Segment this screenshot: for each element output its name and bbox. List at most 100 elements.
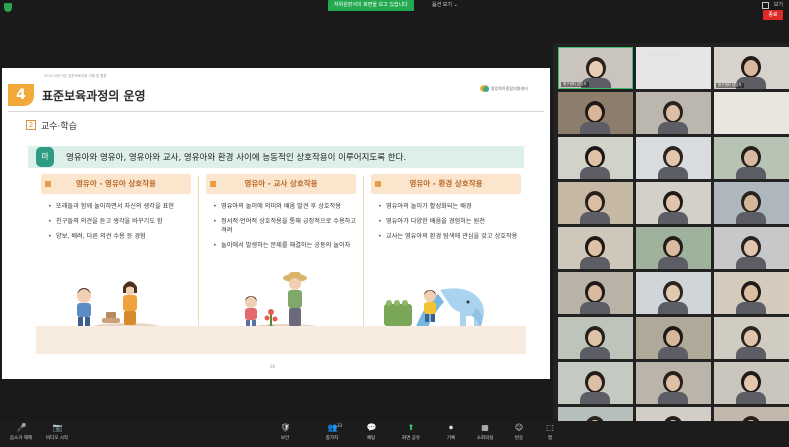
- participants-button[interactable]: 👥 33 참가자: [313, 423, 351, 441]
- participant-body: [580, 392, 610, 404]
- center-logo-icon: [480, 85, 489, 92]
- participant-body: [658, 302, 688, 314]
- participant-body: [658, 212, 688, 224]
- participant-tile[interactable]: [558, 137, 633, 179]
- record-button[interactable]: ⏺ 기록: [432, 423, 470, 441]
- participant-tile[interactable]: [558, 272, 633, 314]
- panel-divider: [198, 176, 199, 326]
- participant-tile[interactable]: [714, 272, 789, 314]
- participant-body: [736, 212, 766, 224]
- screen-share-banner[interactable]: 자위원장서의 화면을 보고 있습니다: [328, 0, 414, 11]
- camera-icon: 📷: [52, 423, 63, 432]
- bullet-item: 영유아의 놀이에 의미와 배움 발견 후 상호작용: [213, 202, 359, 211]
- participant-body: [736, 392, 766, 404]
- breakout-icon: ▦: [481, 423, 489, 432]
- panel-environment-interaction: 영유아 - 환경 상호작용 영유아의 놀이가 활성화되는 배경 영유아가 다양한…: [366, 168, 528, 332]
- children-playing-illustration: [77, 281, 160, 331]
- participant-face: [589, 61, 603, 77]
- security-shield-icon[interactable]: [4, 3, 12, 12]
- participant-tile[interactable]: [558, 227, 633, 269]
- participant-face: [666, 285, 680, 301]
- bullet-item: 정서적·언어적 상호작용을 통해 긍정적으로 수용하고 격려: [213, 217, 359, 235]
- participant-face: [588, 150, 602, 166]
- participant-tile[interactable]: 중구센터 담당자: [558, 47, 633, 89]
- panel-peer-interaction: 영유아 - 영유아 상호작용 또래들과 함께 놀이하면서 자신의 생각을 표현 …: [36, 168, 198, 331]
- participant-body: [580, 257, 610, 269]
- participant-tile[interactable]: [714, 227, 789, 269]
- security-button[interactable]: 🛡 보안: [266, 423, 304, 441]
- participants-icon: 👥: [327, 423, 338, 432]
- bullet-item: 교사는 영유아의 환경 탐색에 관심을 갖고 상호작용: [378, 232, 524, 241]
- unmute-button[interactable]: 🎤 음소거 해제: [2, 423, 40, 441]
- record-icon: ⏺: [449, 423, 453, 432]
- gallery-view-icon[interactable]: [761, 2, 769, 9]
- title-divider: [8, 111, 544, 112]
- participant-tile[interactable]: [558, 362, 633, 404]
- panel-bullets: 영유아의 놀이에 의미와 배움 발견 후 상호작용 정서적·언어적 상호작용을 …: [213, 202, 359, 256]
- toolbar-label: 소회의실: [476, 436, 494, 441]
- section-number: 2: [26, 120, 36, 130]
- participant-tile[interactable]: [636, 227, 711, 269]
- participant-face: [744, 330, 758, 346]
- participant-tile[interactable]: [714, 182, 789, 224]
- gallery-header-label: 중구센터 담당자: [649, 52, 683, 58]
- participant-body: [580, 347, 610, 359]
- participant-tile[interactable]: [636, 317, 711, 359]
- breakout-rooms-button[interactable]: ▦ 소회의실: [466, 423, 504, 441]
- principle-badge: 마: [36, 147, 54, 167]
- panel-title: 영유아 - 영유아 상호작용: [76, 179, 156, 188]
- participant-tile[interactable]: [714, 317, 789, 359]
- participant-face: [588, 285, 602, 301]
- view-options-button[interactable]: 옵션 보기 ⌄: [432, 1, 458, 10]
- participant-body: [736, 257, 766, 269]
- meeting-toolbar: 🎤 음소거 해제 📷 비디오 시작 🛡 보안 👥 33 참가자 💬 채팅 ⬆ 화면 공유 ⏺ 기록 ▦ 소회의실…: [0, 421, 789, 447]
- participant-tile[interactable]: [558, 317, 633, 359]
- toolbar-label: 화면 공유: [402, 436, 420, 441]
- bullet-item: 영유아의 놀이가 활성화되는 배경: [378, 202, 524, 211]
- participant-tile[interactable]: [636, 182, 711, 224]
- illustration-floor: [36, 326, 526, 354]
- participant-body: [658, 347, 688, 359]
- participant-body: [736, 347, 766, 359]
- participant-face: [666, 240, 680, 256]
- participant-tile[interactable]: [636, 272, 711, 314]
- participant-gallery: 중구센터 담당자동구센터 담당자: [553, 43, 789, 447]
- participant-tile[interactable]: [714, 362, 789, 404]
- participant-tile[interactable]: 동구센터 담당자: [714, 47, 789, 89]
- participant-tile[interactable]: [714, 137, 789, 179]
- share-screen-button[interactable]: ⬆ 화면 공유: [392, 423, 430, 441]
- center-name: 중앙육아종합지원센터: [491, 85, 528, 91]
- participant-tile[interactable]: [636, 92, 711, 134]
- view-label[interactable]: 보기: [774, 1, 783, 10]
- toolbar-label: 비디오 시작: [45, 436, 69, 441]
- end-meeting-button[interactable]: 종료: [763, 10, 783, 20]
- participant-tile[interactable]: [636, 137, 711, 179]
- participant-tile[interactable]: [558, 182, 633, 224]
- participant-face: [744, 285, 758, 301]
- center-logo: 중앙육아종합지원센터: [480, 85, 528, 92]
- start-video-button[interactable]: 📷 비디오 시작: [38, 423, 76, 441]
- participant-face: [666, 375, 680, 391]
- bullet-item: 친구들의 의견을 듣고 생각을 바꾸기도 함: [48, 217, 194, 226]
- participant-face: [588, 195, 602, 211]
- participant-tile[interactable]: [558, 92, 633, 134]
- apps-button[interactable]: ⬚ 앱: [531, 423, 569, 441]
- participant-count: 33: [337, 423, 343, 428]
- microphone-icon: 🎤: [16, 423, 27, 432]
- bullet-item: 영유아가 다양한 배움을 경험하는 원천: [378, 217, 524, 226]
- participant-name: 동구센터 담당자: [716, 83, 744, 88]
- participant-tile[interactable]: [714, 92, 789, 134]
- participant-body: [658, 392, 688, 404]
- participant-face: [744, 240, 758, 256]
- participant-face: [666, 105, 680, 121]
- toolbar-label: 참가자: [325, 436, 339, 441]
- panel-title: 영유아 - 교사 상호작용: [244, 179, 318, 188]
- chat-button[interactable]: 💬 채팅: [352, 423, 390, 441]
- participant-tile[interactable]: [636, 362, 711, 404]
- slide-title: 표준보육과정의 운영: [42, 89, 146, 103]
- principle-text: 영유아와 영유아, 영유아와 교사, 영유아와 환경 사이에 능동적인 상호작용…: [66, 153, 407, 163]
- section-label: 교수·학습: [41, 122, 77, 132]
- participant-face: [744, 375, 758, 391]
- view-switcher[interactable]: 보기: [761, 1, 783, 10]
- toolbar-label: 음소거 해제: [9, 436, 33, 441]
